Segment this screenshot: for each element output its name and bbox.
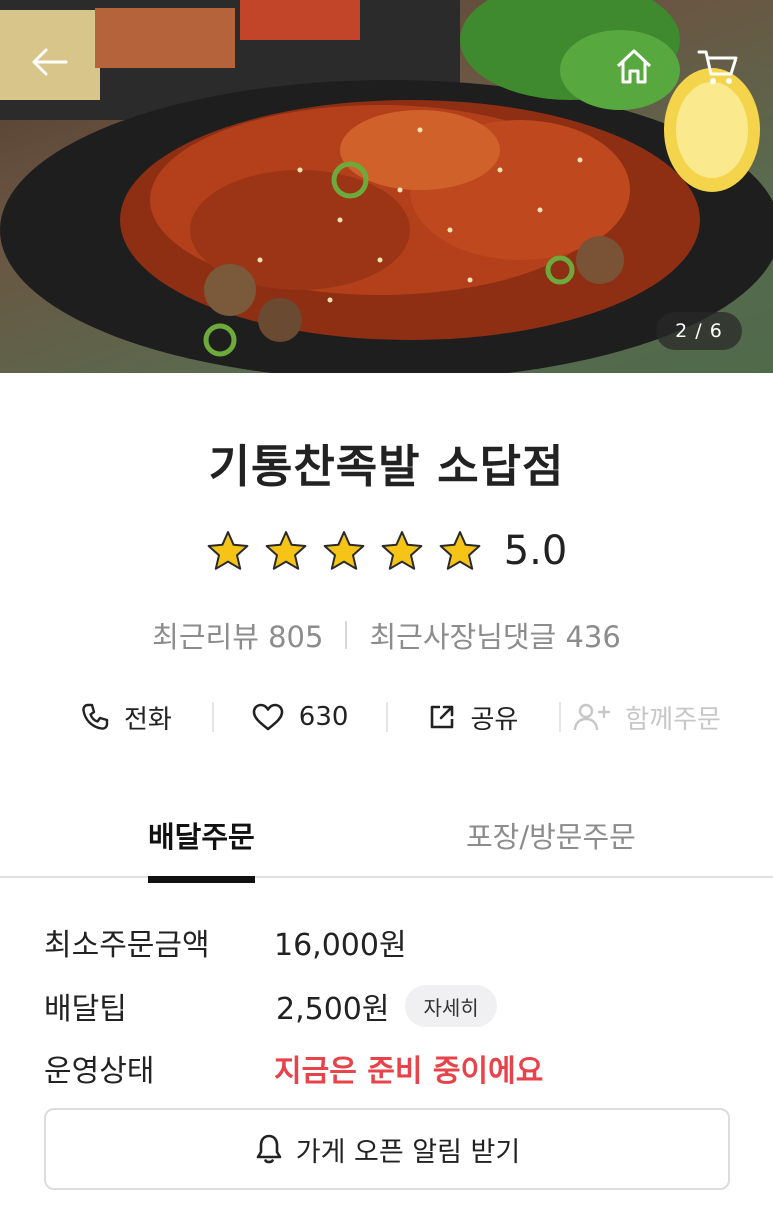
- delivery-tip-row: 배달팁 2,500원 자세히: [44, 984, 497, 1028]
- phone-icon: [82, 703, 109, 730]
- rating-row: 5.0: [0, 528, 773, 574]
- min-order-row: 최소주문금액 16,000원: [44, 920, 407, 964]
- share-button[interactable]: 공유: [388, 699, 560, 736]
- rating-stars: [206, 529, 482, 573]
- group-order-label: 함께주문: [625, 704, 721, 735]
- store-actions: 전화 630 공유 함께주문: [40, 692, 733, 742]
- heart-icon: [252, 703, 284, 731]
- group-order-button[interactable]: 함께주문: [561, 699, 733, 736]
- open-notification-button[interactable]: 가게 오픈 알림 받기: [44, 1108, 730, 1190]
- home-icon: [616, 49, 652, 84]
- call-button[interactable]: 전화: [40, 699, 212, 736]
- owner-replies-link[interactable]: 최근사장님댓글 436: [369, 614, 620, 656]
- back-arrow-icon: [32, 48, 68, 76]
- like-button[interactable]: 630: [214, 702, 386, 732]
- cart-button[interactable]: [696, 44, 740, 88]
- delivery-tip-label: 배달팁: [44, 992, 127, 1027]
- add-person-icon: [574, 703, 611, 731]
- delivery-tip-value: 2,500원: [276, 992, 390, 1027]
- delivery-tip-detail-button[interactable]: 자세히: [405, 985, 497, 1027]
- star-icon: [323, 531, 365, 570]
- divider: [345, 621, 348, 649]
- star-icon: [265, 531, 307, 570]
- food-photo-illustration: [0, 0, 773, 373]
- open-notification-label: 가게 오픈 알림 받기: [295, 1136, 521, 1168]
- store-name: 기통찬족발 소답점: [208, 440, 565, 493]
- status-value: 지금은 준비 중이에요: [274, 1054, 544, 1089]
- tab-delivery[interactable]: 배달주문: [148, 814, 255, 883]
- tab-pickup[interactable]: 포장/방문주문: [466, 814, 636, 856]
- image-counter: 2 / 6: [656, 312, 742, 350]
- store-photo[interactable]: 2 / 6: [0, 0, 773, 373]
- status-label: 운영상태: [44, 1054, 155, 1089]
- share-icon: [431, 705, 454, 729]
- min-order-value: 16,000원: [274, 928, 407, 963]
- star-icon: [439, 531, 481, 570]
- review-stats: 최근리뷰 805 최근사장님댓글 436: [0, 614, 773, 656]
- min-order-label: 최소주문금액: [44, 928, 210, 963]
- rating-value: 5.0: [503, 528, 568, 574]
- bell-icon: [256, 1134, 282, 1164]
- recent-reviews-link[interactable]: 최근리뷰 805: [152, 614, 323, 656]
- star-icon: [381, 531, 423, 570]
- share-label: 공유: [470, 704, 519, 735]
- back-button[interactable]: [28, 40, 72, 84]
- cart-icon: [697, 50, 738, 84]
- star-icon: [207, 531, 249, 570]
- home-button[interactable]: [612, 44, 656, 88]
- call-label: 전화: [123, 704, 172, 735]
- like-count: 630: [298, 702, 349, 732]
- status-row: 운영상태 지금은 준비 중이에요: [44, 1046, 543, 1090]
- order-type-tabs: 배달주문 포장/방문주문: [0, 800, 773, 883]
